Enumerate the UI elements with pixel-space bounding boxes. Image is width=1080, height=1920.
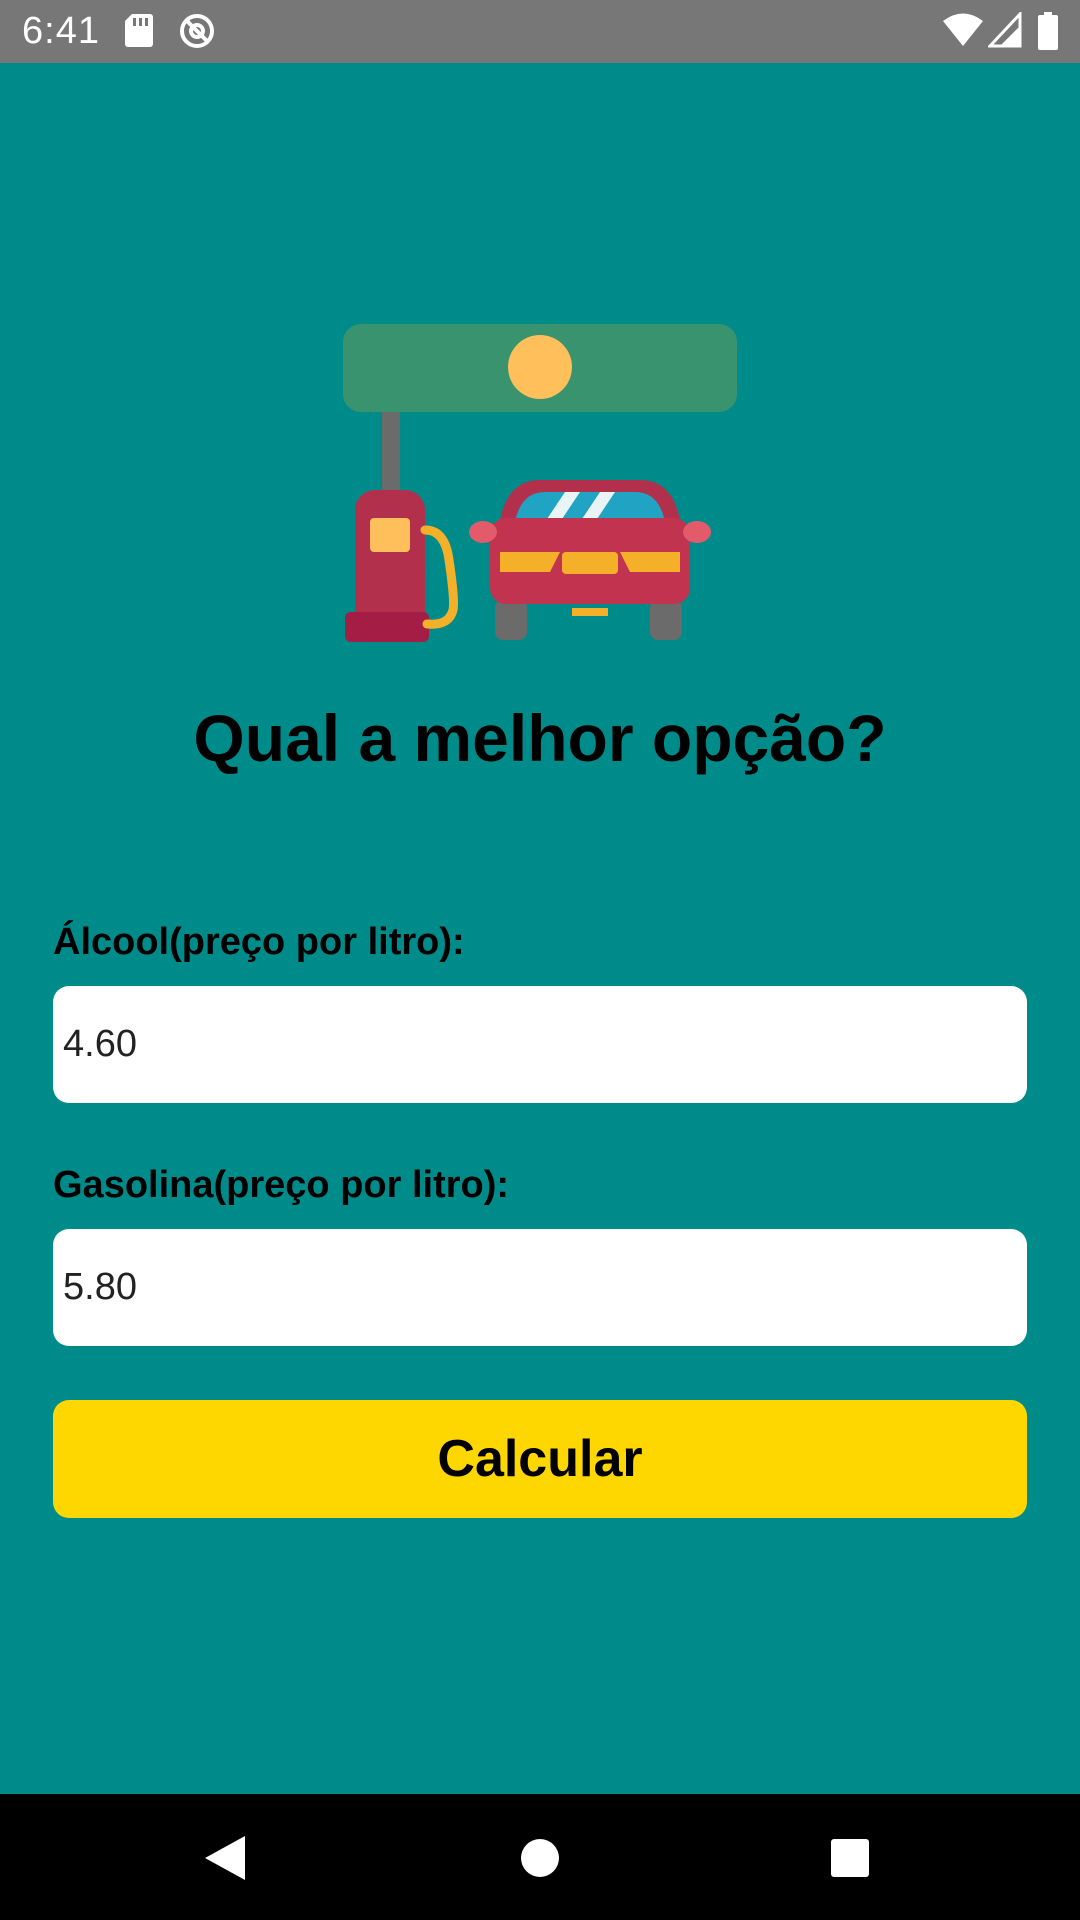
home-icon[interactable] xyxy=(504,1822,576,1894)
status-bar: 6:41 xyxy=(0,0,1080,63)
sd-card-icon xyxy=(124,12,154,53)
status-time: 6:41 xyxy=(22,10,100,52)
navigation-bar xyxy=(0,1794,1080,1920)
alcool-price-input[interactable] xyxy=(53,986,1027,1103)
gasolina-label: Gasolina(preço por litro): xyxy=(53,1164,510,1206)
calcular-button[interactable]: Calcular xyxy=(53,1400,1027,1518)
recents-icon[interactable] xyxy=(814,1822,886,1894)
alcool-label: Álcool(preço por litro): xyxy=(53,921,465,963)
gasolina-price-input[interactable] xyxy=(53,1229,1027,1346)
battery-icon xyxy=(1038,12,1058,55)
cell-signal-icon xyxy=(986,10,1022,53)
wifi-icon xyxy=(942,12,984,53)
page-title: Qual a melhor opção? xyxy=(193,701,887,775)
no-sync-icon xyxy=(178,12,216,55)
back-icon[interactable] xyxy=(191,1822,263,1894)
gas-station-icon xyxy=(340,260,740,650)
